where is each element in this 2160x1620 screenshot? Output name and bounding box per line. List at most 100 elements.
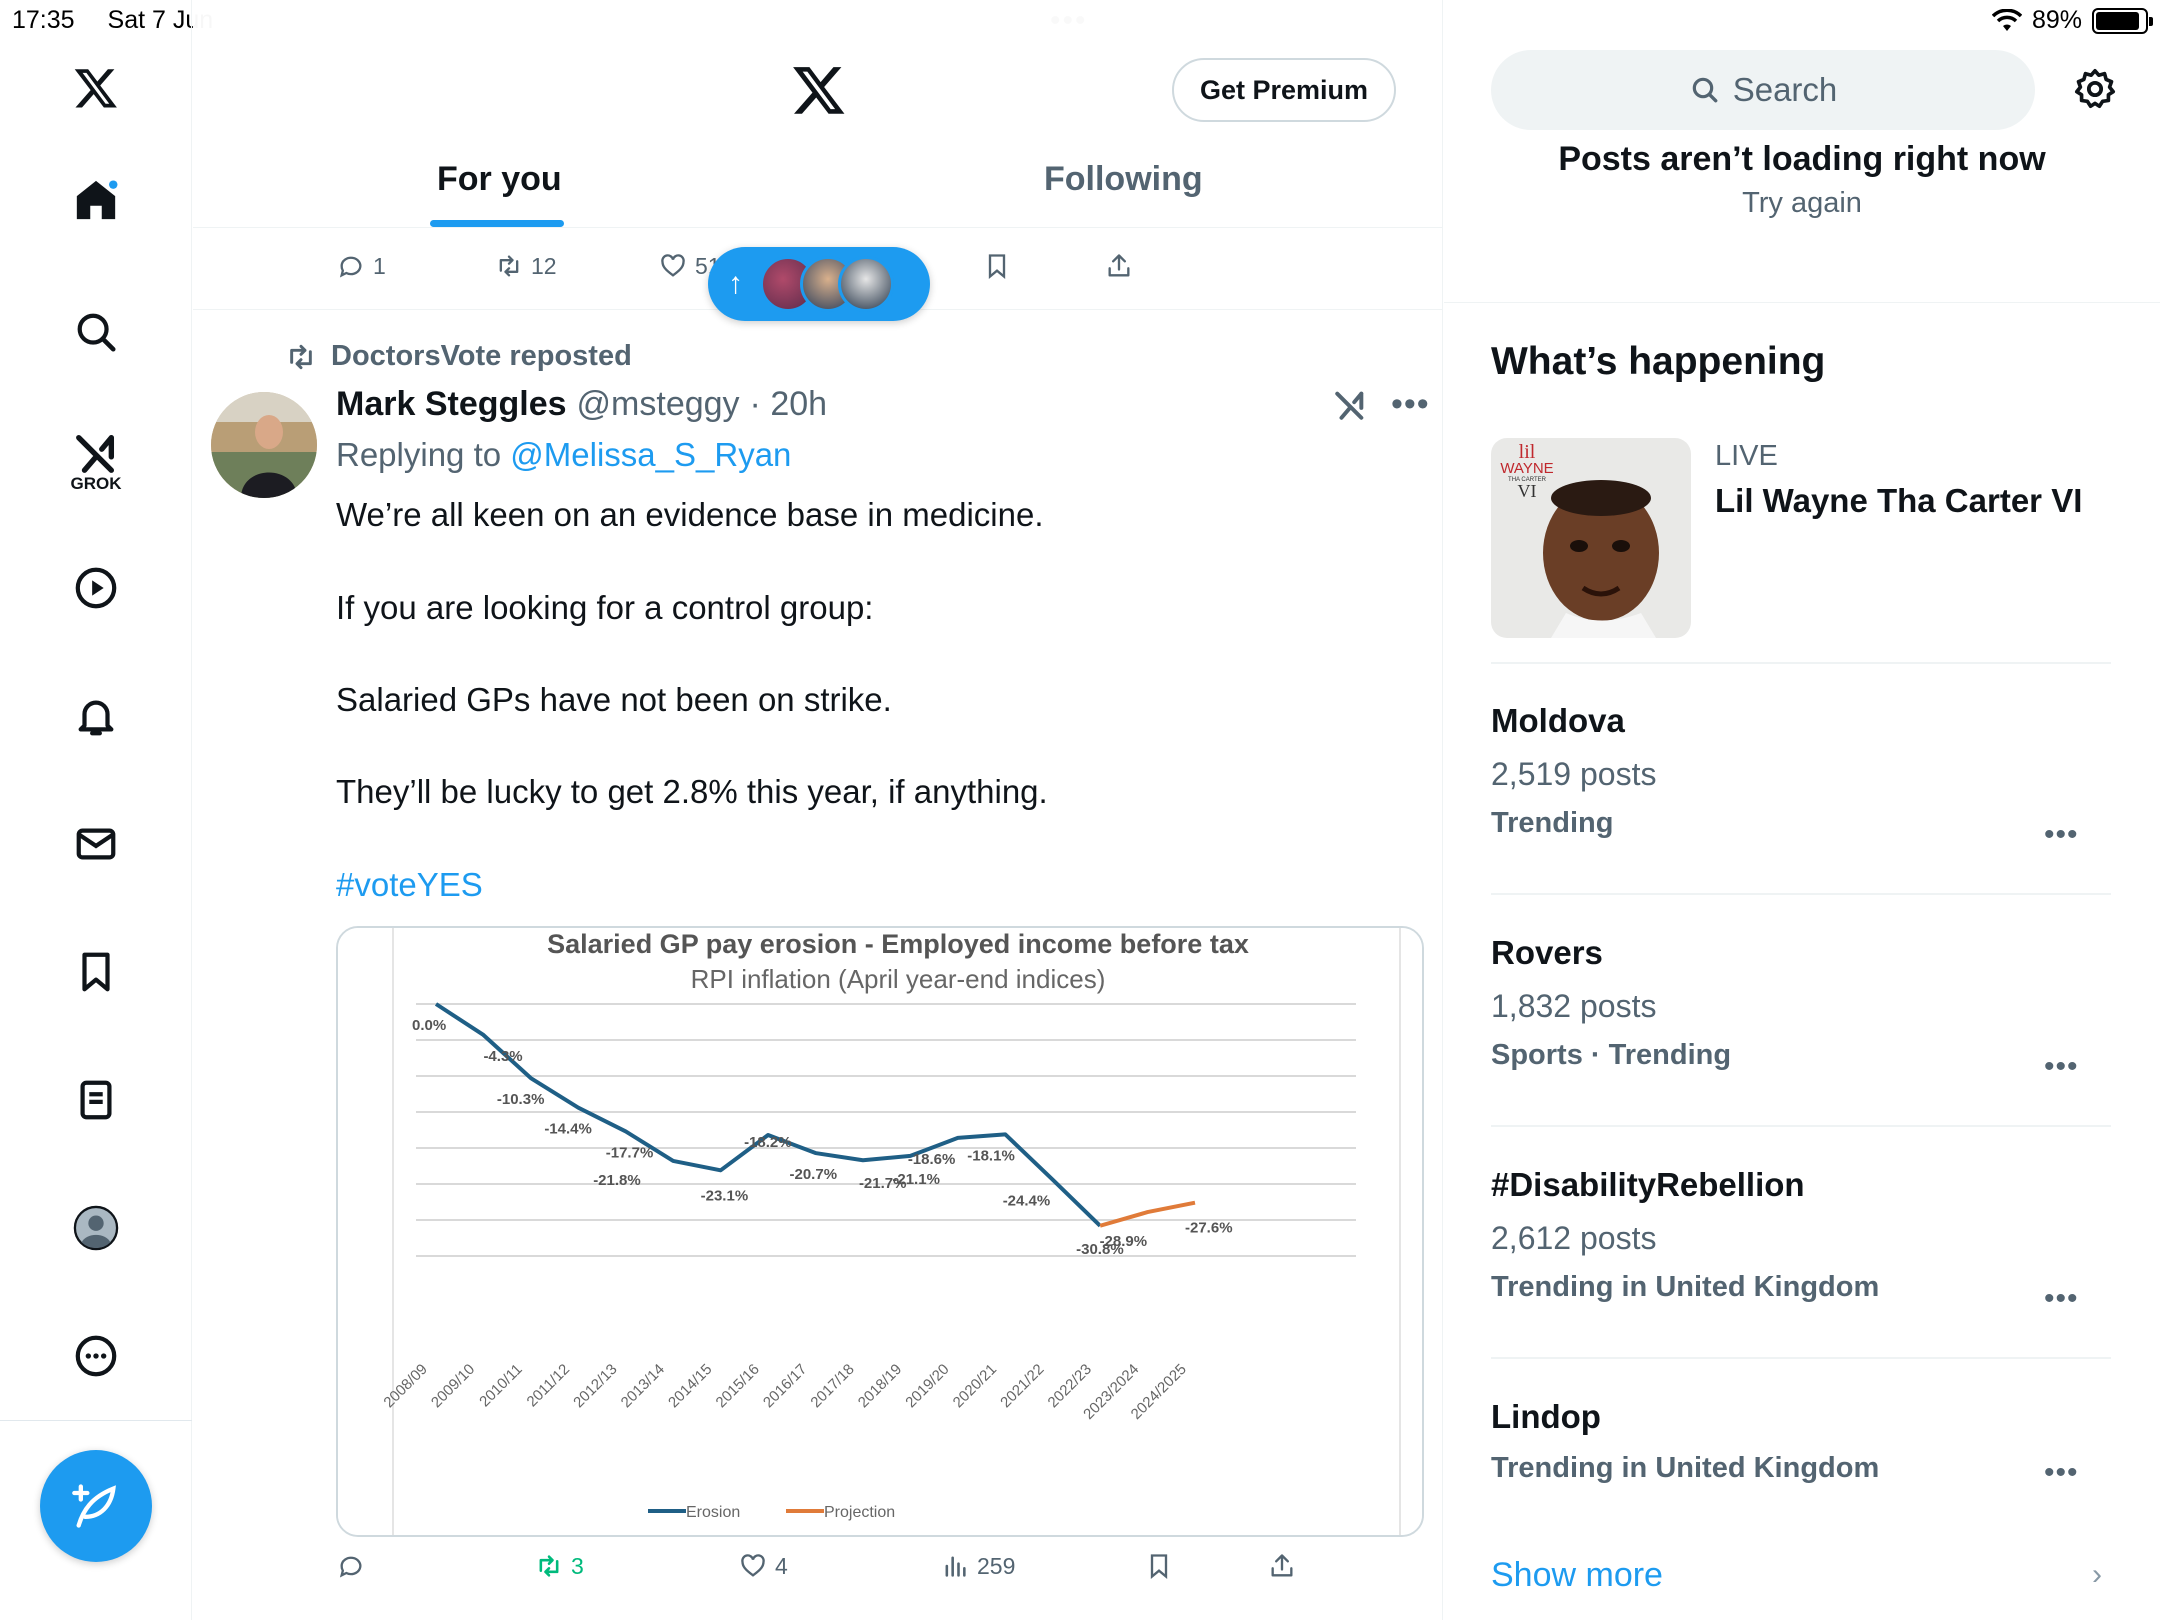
album-art-text: WAYNE: [1500, 460, 1553, 477]
trend-item[interactable]: #DisabilityRebellion 2,612 posts Trendin…: [1491, 1166, 2111, 1304]
post-text-line: They’ll be lucky to get 2.8% this year, …: [336, 773, 1048, 810]
video-icon[interactable]: [66, 558, 126, 618]
tab-following[interactable]: Following: [1044, 160, 1203, 199]
hashtag-link[interactable]: #voteYES: [336, 866, 483, 904]
share-action[interactable]: [1105, 252, 1133, 280]
trend-item[interactable]: Lindop Trending in United Kingdom: [1491, 1398, 2111, 1485]
home-icon[interactable]: [66, 170, 126, 230]
new-post-avatar: [838, 256, 894, 312]
author-name[interactable]: Mark Steggles: [336, 385, 567, 424]
author-avatar[interactable]: [211, 392, 317, 498]
data-label: -14.4%: [544, 1121, 592, 1138]
reply-bubble-icon: [339, 256, 362, 278]
bookmark-action[interactable]: [983, 252, 1011, 280]
replying-to-link[interactable]: @Melissa_S_Ryan: [510, 436, 791, 473]
trend-count: 1,832 posts: [1491, 988, 1657, 1024]
data-label: -23.1%: [701, 1187, 749, 1204]
get-premium-button[interactable]: Get Premium: [1172, 58, 1396, 122]
trend-title: Moldova: [1491, 702, 1625, 739]
bookmark-icon: [988, 254, 1006, 279]
data-label: -17.7%: [606, 1144, 654, 1161]
explore-search-icon[interactable]: [66, 302, 126, 362]
chevron-right-icon: ›: [2092, 1558, 2102, 1591]
show-more-link[interactable]: Show more: [1491, 1556, 1663, 1595]
more-options-icon[interactable]: [66, 1326, 126, 1386]
search-input[interactable]: Search: [1491, 50, 2035, 130]
share-action[interactable]: [1268, 1552, 1296, 1580]
posts-error: Posts aren’t loading right now Try again: [1444, 140, 2160, 220]
lists-icon[interactable]: [66, 1070, 126, 1130]
post-image-chart[interactable]: Salaried GP pay erosion - Employed incom…: [336, 926, 1424, 1537]
reply-action[interactable]: [337, 1552, 373, 1580]
compose-feather-icon: [72, 1484, 116, 1528]
grok-label: GROK: [70, 474, 122, 493]
data-label: -18.6%: [908, 1151, 956, 1168]
legend-label: Erosion: [686, 1504, 740, 1521]
trend-meta: Trending in United Kingdom: [1491, 1271, 1880, 1303]
grok-explain-icon[interactable]: [1333, 388, 1367, 427]
repost-action[interactable]: 3: [535, 1552, 584, 1580]
trend-more-icon[interactable]: •••: [2044, 1050, 2079, 1084]
left-nav: GROK: [0, 0, 192, 1620]
repost-icon: [539, 1555, 559, 1577]
live-event-title[interactable]: Lil Wayne Tha Carter VI: [1715, 482, 2082, 520]
grok-nav-item[interactable]: GROK: [66, 422, 126, 502]
trend-meta: Trending: [1491, 807, 1614, 839]
live-event-thumbnail[interactable]: lil WAYNE THA CARTER VI: [1491, 438, 1691, 638]
post-time[interactable]: · 20h: [750, 385, 828, 424]
x-header-logo-icon[interactable]: [791, 62, 847, 123]
repost-attribution[interactable]: DoctorsVote reposted: [285, 340, 632, 373]
trend-divider: [1491, 893, 2111, 895]
profile-avatar-icon[interactable]: [66, 1198, 126, 1258]
data-label: -20.7%: [790, 1166, 838, 1183]
trend-item[interactable]: Moldova 2,519 posts Trending: [1491, 702, 2111, 840]
trend-count: 2,612 posts: [1491, 1220, 1657, 1256]
x-logo-icon[interactable]: [66, 58, 126, 118]
sidebar-divider: [1444, 302, 2160, 303]
trend-more-icon[interactable]: •••: [2044, 1282, 2079, 1316]
author-handle[interactable]: @msteggy: [577, 385, 740, 424]
reply-count: 1: [373, 252, 386, 279]
main-timeline: 1 12 51 ↑ DoctorsVote reposted Mark Steg…: [193, 0, 1443, 1620]
whats-happening-title: What’s happening: [1491, 340, 1826, 383]
new-posts-pill[interactable]: ↑: [708, 247, 930, 321]
like-action[interactable]: 4: [739, 1552, 788, 1580]
trend-title: Rovers: [1491, 934, 1603, 971]
trend-divider: [1491, 1125, 2111, 1127]
post-text-line: If you are looking for a control group:: [336, 589, 874, 626]
tab-for-you[interactable]: For you: [437, 160, 562, 199]
data-label: -18.2%: [744, 1134, 792, 1151]
repost-count: 3: [571, 1552, 584, 1579]
data-label: -21.8%: [593, 1172, 641, 1189]
notifications-bell-icon[interactable]: [66, 686, 126, 746]
trend-more-icon[interactable]: •••: [2044, 818, 2079, 852]
post-more-icon[interactable]: •••: [1391, 385, 1430, 424]
try-again-link[interactable]: Try again: [1444, 187, 2160, 220]
bookmark-action[interactable]: [1145, 1552, 1173, 1580]
reply-action[interactable]: 1: [337, 252, 386, 280]
pay-erosion-chart: Salaried GP pay erosion - Employed incom…: [338, 928, 1422, 1535]
search-placeholder: Search: [1732, 71, 1838, 108]
settings-gear-icon[interactable]: [2072, 66, 2118, 117]
trend-more-icon[interactable]: •••: [2044, 1456, 2079, 1490]
views-chart-icon: [945, 1556, 966, 1577]
bookmarks-icon[interactable]: [66, 942, 126, 1002]
trend-count: 2,519 posts: [1491, 756, 1657, 792]
trend-item[interactable]: Rovers 1,832 posts Sports · Trending: [1491, 934, 2111, 1072]
data-label: -10.3%: [497, 1091, 545, 1108]
trend-divider: [1491, 1357, 2111, 1359]
messages-envelope-icon[interactable]: [66, 814, 126, 874]
views-action[interactable]: 259: [941, 1552, 1015, 1580]
post-actions: 3 4 259: [193, 1540, 1442, 1610]
repost-action[interactable]: 12: [495, 252, 557, 280]
compose-post-button[interactable]: [40, 1450, 152, 1562]
repost-count: 12: [531, 252, 557, 279]
share-icon: [1108, 254, 1130, 277]
data-label: -24.4%: [1003, 1193, 1051, 1210]
legend-label: Projection: [824, 1504, 895, 1521]
repost-icon: [290, 344, 312, 369]
heart-icon: [661, 254, 685, 277]
post-text-line: Salaried GPs have not been on strike.: [336, 681, 892, 718]
post-text-line: We’re all keen on an evidence base in me…: [336, 496, 1044, 533]
data-label: 0.0%: [412, 1017, 446, 1034]
